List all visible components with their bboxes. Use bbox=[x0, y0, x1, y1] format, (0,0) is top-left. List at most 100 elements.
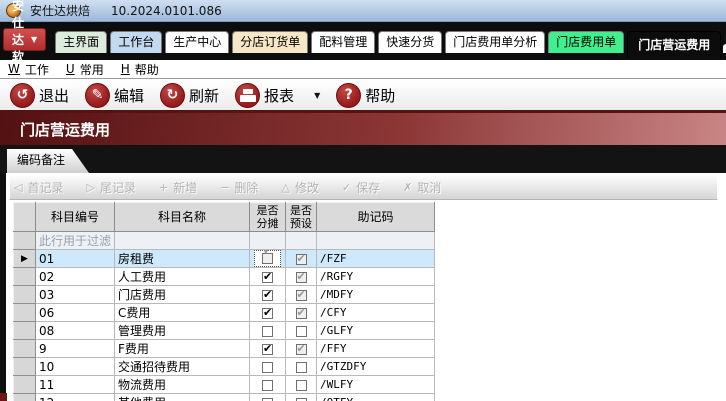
cell-name[interactable]: 管理费用 bbox=[114, 321, 251, 340]
share-checkbox[interactable] bbox=[249, 249, 287, 268]
cell-name[interactable]: 门店费用 bbox=[114, 285, 251, 304]
tab-code-remarks[interactable]: 编码备注 bbox=[7, 149, 89, 173]
row-indicator-cell[interactable]: ▶ bbox=[13, 249, 36, 268]
cell-mnemonic[interactable]: /CFY bbox=[316, 303, 436, 322]
menu-item-1[interactable]: W 工作 bbox=[8, 61, 49, 78]
share-checkbox-box[interactable] bbox=[262, 361, 274, 373]
cell-mnemonic[interactable]: /GLFY bbox=[316, 321, 436, 340]
share-checkbox-box[interactable] bbox=[262, 306, 274, 319]
cell-mnemonic[interactable]: /GTZDFY bbox=[316, 357, 436, 376]
cell-name[interactable]: 交通招待费用 bbox=[114, 357, 251, 376]
row-indicator-cell[interactable] bbox=[13, 339, 36, 358]
preset-checkbox-box[interactable] bbox=[295, 306, 307, 319]
share-checkbox-box[interactable] bbox=[262, 397, 274, 401]
cell-code[interactable]: 9 bbox=[34, 339, 116, 358]
cell-name[interactable]: 人工费用 bbox=[114, 267, 251, 286]
row-indicator-cell[interactable] bbox=[13, 285, 36, 304]
add-button[interactable]: + 新增 bbox=[159, 179, 197, 196]
share-checkbox[interactable] bbox=[249, 321, 287, 340]
last-record-button[interactable]: ▷ 尾记录 bbox=[86, 179, 135, 196]
main-tab-2[interactable]: 工作台 bbox=[110, 31, 163, 53]
preset-checkbox-box[interactable] bbox=[295, 252, 307, 265]
cancel-button[interactable]: ✗ 取消 bbox=[403, 179, 441, 196]
report-button[interactable]: 报表 bbox=[235, 82, 294, 108]
share-checkbox-box[interactable] bbox=[262, 325, 274, 337]
preset-checkbox[interactable] bbox=[285, 393, 318, 401]
main-tab-4[interactable]: 分店订货单 bbox=[232, 31, 309, 53]
share-checkbox[interactable] bbox=[249, 339, 287, 358]
row-indicator-cell[interactable] bbox=[13, 375, 36, 394]
cell-mnemonic[interactable]: /FZF bbox=[316, 249, 436, 268]
main-tab-5[interactable]: 配料管理 bbox=[311, 31, 376, 53]
refresh-button[interactable]: ↻ 刷新 bbox=[160, 82, 219, 108]
cell-name[interactable]: 物流费用 bbox=[114, 375, 251, 394]
main-tab-7[interactable]: 门店费用单分析 bbox=[445, 31, 546, 53]
preset-checkbox-box[interactable] bbox=[295, 361, 307, 373]
filter-cell-name[interactable] bbox=[114, 231, 251, 250]
preset-checkbox[interactable] bbox=[285, 303, 318, 322]
column-header-5[interactable]: 助记码 bbox=[316, 202, 436, 232]
share-checkbox[interactable] bbox=[249, 285, 287, 304]
column-header-2[interactable]: 科目名称 bbox=[114, 202, 251, 232]
first-record-button[interactable]: ◁ 首记录 bbox=[14, 179, 63, 196]
share-checkbox[interactable] bbox=[249, 375, 287, 394]
row-indicator-cell[interactable] bbox=[13, 357, 36, 376]
main-tab-3[interactable]: 生产中心 bbox=[165, 31, 230, 53]
cell-code[interactable]: 01 bbox=[34, 249, 116, 268]
share-checkbox[interactable] bbox=[249, 393, 287, 401]
cell-code[interactable]: 11 bbox=[34, 375, 116, 394]
main-tab-8[interactable]: 门店费用单 bbox=[548, 31, 625, 53]
preset-checkbox-box[interactable] bbox=[295, 270, 307, 283]
preset-checkbox[interactable] bbox=[285, 267, 318, 286]
column-header-3[interactable]: 是否 分摊 bbox=[249, 202, 287, 232]
filter-cell-mnemonic[interactable] bbox=[316, 231, 436, 250]
cell-mnemonic[interactable]: /RGFY bbox=[316, 267, 436, 286]
preset-checkbox[interactable] bbox=[285, 339, 318, 358]
filter-cell-code[interactable]: 此行用于过滤 bbox=[34, 231, 116, 250]
preset-checkbox[interactable] bbox=[285, 375, 318, 394]
share-checkbox[interactable] bbox=[249, 267, 287, 286]
menu-item-2[interactable]: U 常用 bbox=[66, 61, 104, 78]
cell-code[interactable]: 12 bbox=[34, 393, 116, 401]
row-indicator-cell[interactable] bbox=[13, 267, 36, 286]
share-checkbox-box[interactable] bbox=[262, 342, 274, 355]
cell-code[interactable]: 08 bbox=[34, 321, 116, 340]
main-tab-9[interactable]: 门店营运费用 bbox=[627, 31, 722, 58]
share-checkbox[interactable] bbox=[249, 357, 287, 376]
share-checkbox-box[interactable] bbox=[262, 288, 274, 301]
preset-checkbox-box[interactable] bbox=[295, 288, 307, 301]
filter-cell-preset[interactable] bbox=[285, 231, 318, 250]
share-checkbox-box[interactable] bbox=[262, 379, 274, 391]
cell-name[interactable]: 房租费 bbox=[114, 249, 251, 268]
save-button[interactable]: ✓ 保存 bbox=[342, 179, 380, 196]
cell-mnemonic[interactable]: /QTFY bbox=[316, 393, 436, 401]
preset-checkbox[interactable] bbox=[285, 321, 318, 340]
cell-code[interactable]: 02 bbox=[34, 267, 116, 286]
cell-code[interactable]: 03 bbox=[34, 285, 116, 304]
cell-mnemonic[interactable]: /WLFY bbox=[316, 375, 436, 394]
preset-checkbox-box[interactable] bbox=[295, 397, 307, 401]
exit-button[interactable]: ↺ 退出 bbox=[10, 82, 69, 108]
row-indicator-cell[interactable] bbox=[13, 393, 36, 401]
main-tab-1[interactable]: 主界面 bbox=[55, 31, 108, 53]
delete-button[interactable]: − 删除 bbox=[220, 179, 258, 196]
column-header-1[interactable]: 科目编号 bbox=[34, 202, 116, 232]
edit-button[interactable]: ✎ 编辑 bbox=[85, 82, 144, 108]
row-indicator-cell[interactable] bbox=[13, 303, 36, 322]
share-checkbox-box[interactable] bbox=[262, 270, 274, 283]
cell-mnemonic[interactable]: /FFY bbox=[316, 339, 436, 358]
preset-checkbox[interactable] bbox=[285, 249, 318, 268]
preset-checkbox[interactable] bbox=[285, 357, 318, 376]
modify-button[interactable]: △ 修改 bbox=[281, 179, 318, 196]
preset-checkbox-box[interactable] bbox=[295, 379, 307, 391]
share-checkbox[interactable] bbox=[249, 303, 287, 322]
cell-name[interactable]: F费用 bbox=[114, 339, 251, 358]
cell-code[interactable]: 10 bbox=[34, 357, 116, 376]
report-dropdown-arrow[interactable]: ▼ bbox=[314, 91, 320, 100]
share-checkbox-box[interactable] bbox=[262, 253, 274, 264]
cell-code[interactable]: 06 bbox=[34, 303, 116, 322]
row-indicator-cell[interactable] bbox=[13, 321, 36, 340]
cell-mnemonic[interactable]: /MDFY bbox=[316, 285, 436, 304]
cell-name[interactable]: C费用 bbox=[114, 303, 251, 322]
preset-checkbox-box[interactable] bbox=[295, 342, 307, 355]
